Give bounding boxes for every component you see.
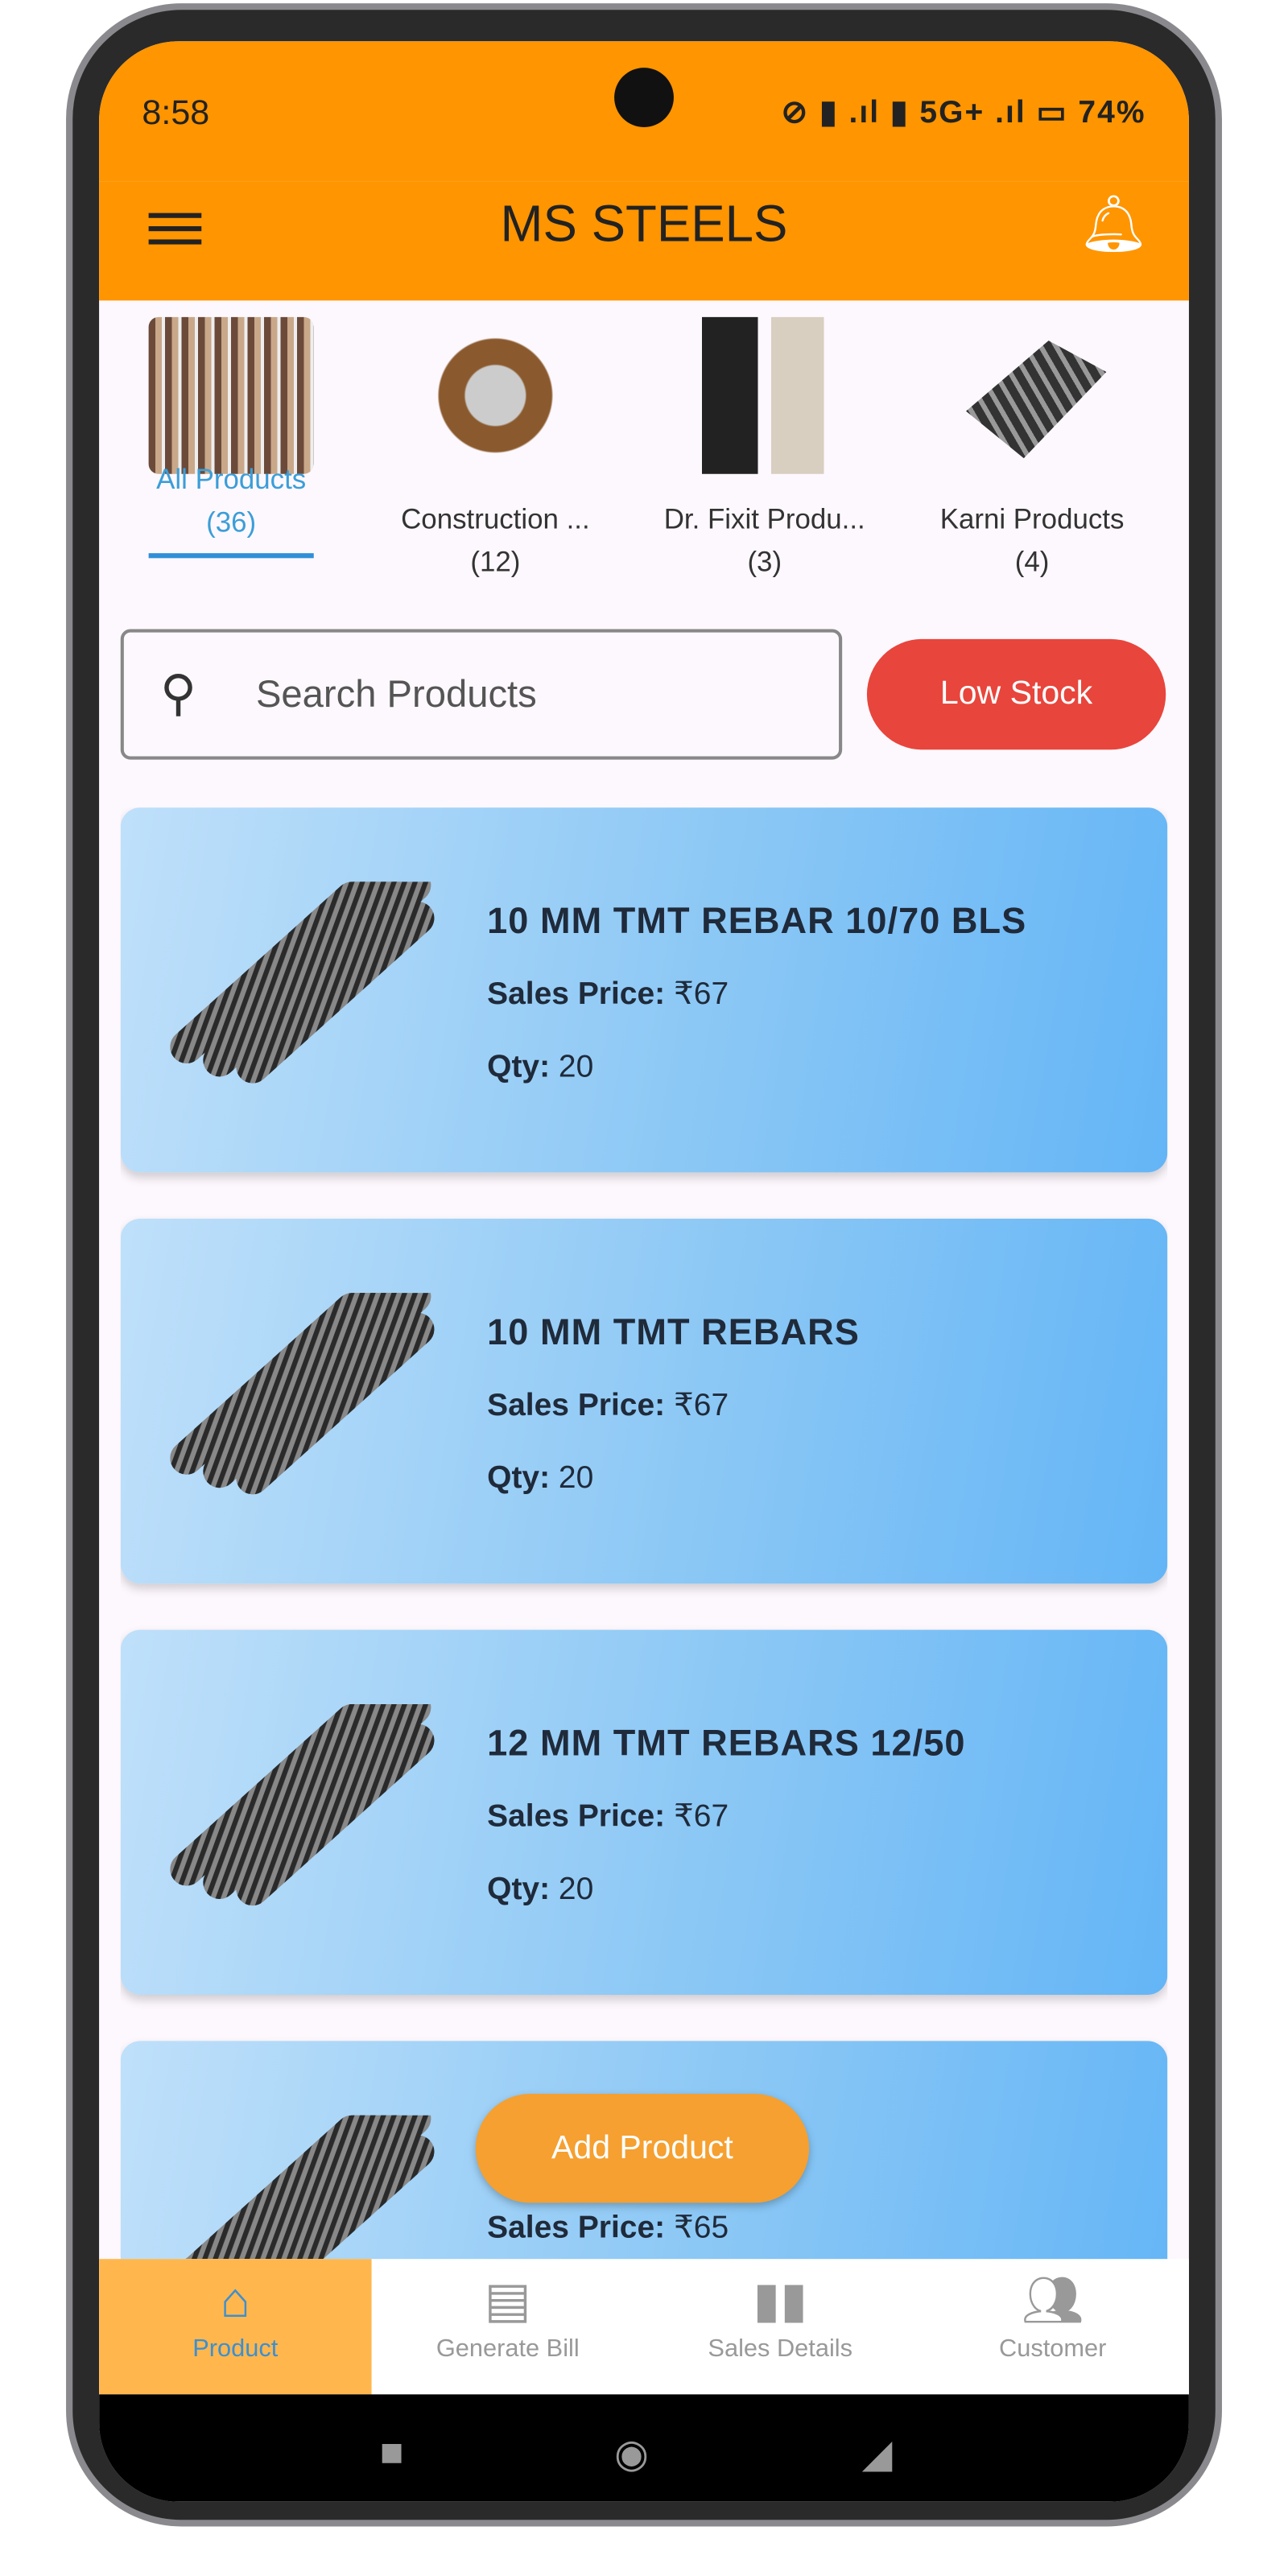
product-qty: Qty: 20: [487, 1461, 594, 1496]
battery-level: 74%: [1078, 95, 1146, 131]
tab-generate-bill[interactable]: ▤ Generate Bill: [372, 2259, 644, 2394]
low-stock-button[interactable]: Low Stock: [866, 638, 1166, 750]
category-image: [966, 341, 1107, 459]
add-product-button[interactable]: Add Product: [475, 2094, 810, 2203]
product-price: Sales Price: ₹67: [487, 977, 729, 1013]
tab-label: Generate Bill: [436, 2334, 580, 2363]
home-button-icon[interactable]: ◉: [614, 2431, 649, 2479]
category-dr-fixit[interactable]: Dr. Fixit Produ... (3): [633, 316, 897, 580]
bar-chart-icon: ▮▮: [753, 2273, 808, 2329]
category-label: Karni Products: [939, 503, 1125, 535]
receipt-icon: ▤: [484, 2273, 531, 2329]
system-nav-bar: ■ ◉ ◢: [99, 2394, 1189, 2502]
category-karni[interactable]: Karni Products (4): [900, 317, 1164, 580]
product-price: Sales Price: ₹67: [487, 1799, 729, 1835]
status-bar: 8:58 ⊘ ▮ .ıl ▮ 5G+ .ıl ▭ 74%: [99, 41, 1189, 182]
product-qty: Qty: 20: [487, 1872, 594, 1908]
screen: 8:58 ⊘ ▮ .ıl ▮ 5G+ .ıl ▭ 74% MS STEELS 🔔…: [99, 41, 1189, 2502]
tab-product[interactable]: ⌂ Product: [99, 2259, 372, 2395]
home-icon: ⌂: [220, 2273, 250, 2329]
category-label: Dr. Fixit Produ...: [663, 503, 865, 535]
active-indicator: [148, 553, 314, 559]
bottom-nav: ⌂ Product ▤ Generate Bill ▮▮ Sales Details …: [99, 2259, 1189, 2395]
category-label: Construction ...: [401, 503, 590, 535]
product-card[interactable]: 12 MM TMT REBARS 12/50 Sales Price: ₹67 Qt…: [120, 1629, 1168, 1995]
clock: 8:58: [142, 93, 210, 133]
product-name: 12 MM TMT REBARS 12/50: [487, 1722, 966, 1764]
page-title: MS STEELS: [500, 195, 788, 253]
product-card[interactable]: 10 MM TMT REBARS Sales Price: ₹67 Qty: 20: [120, 1218, 1168, 1584]
camera-cutout: [614, 68, 674, 127]
rebar-image: [184, 2115, 435, 2261]
product-price: Sales Price: ₹67: [487, 1389, 729, 1424]
category-image: [682, 316, 848, 474]
bell-icon[interactable]: 🔔︎: [1078, 192, 1150, 258]
rebar-image: [170, 881, 435, 1084]
category-image: [148, 316, 314, 474]
category-image: [412, 316, 578, 474]
category-tabs: All Products (36) Construction ... (12) …: [99, 300, 1189, 614]
rebar-image: [170, 1703, 435, 1906]
category-count: (36): [206, 506, 257, 539]
tab-label: Product: [192, 2334, 279, 2363]
app-bar: MS STEELS 🔔︎: [99, 181, 1189, 301]
search-placeholder: Search Products: [255, 671, 537, 716]
search-input[interactable]: ⚲ Search Products: [120, 629, 843, 760]
product-card[interactable]: 10 MM TMT REBAR 10/70 BLS Sales Price: ₹6…: [120, 807, 1168, 1173]
tab-label: Customer: [999, 2334, 1107, 2363]
tab-label: Sales Details: [708, 2334, 853, 2363]
product-price: Sales Price: ₹65: [487, 2211, 729, 2246]
product-name: 10 MM TMT REBAR 10/70 BLS: [487, 899, 1027, 942]
product-qty: Qty: 20: [487, 1050, 594, 1085]
category-label: All Products: [156, 464, 307, 496]
category-count: (3): [747, 546, 782, 578]
back-icon[interactable]: ◢: [862, 2431, 893, 2479]
product-list[interactable]: 10 MM TMT REBAR 10/70 BLS Sales Price: ₹6…: [120, 807, 1168, 2261]
people-icon: 👥︎: [1021, 2273, 1084, 2329]
category-count: (4): [1014, 546, 1050, 578]
product-name: 10 MM TMT REBARS: [487, 1311, 860, 1353]
tab-customer[interactable]: 👥︎ Customer: [916, 2259, 1188, 2394]
category-all-products[interactable]: All Products (36): [99, 316, 363, 559]
status-icons: ⊘ ▮ .ıl ▮ 5G+ .ıl ▭ 74%: [781, 95, 1146, 131]
search-icon: ⚲: [159, 667, 197, 722]
category-count: (12): [470, 546, 521, 578]
battery-icon: ▭: [1036, 95, 1068, 131]
category-construction[interactable]: Construction ... (12): [363, 316, 627, 580]
recents-icon[interactable]: ■: [380, 2431, 404, 2477]
tab-sales-details[interactable]: ▮▮ Sales Details: [644, 2259, 916, 2394]
rebar-image: [170, 1293, 435, 1495]
